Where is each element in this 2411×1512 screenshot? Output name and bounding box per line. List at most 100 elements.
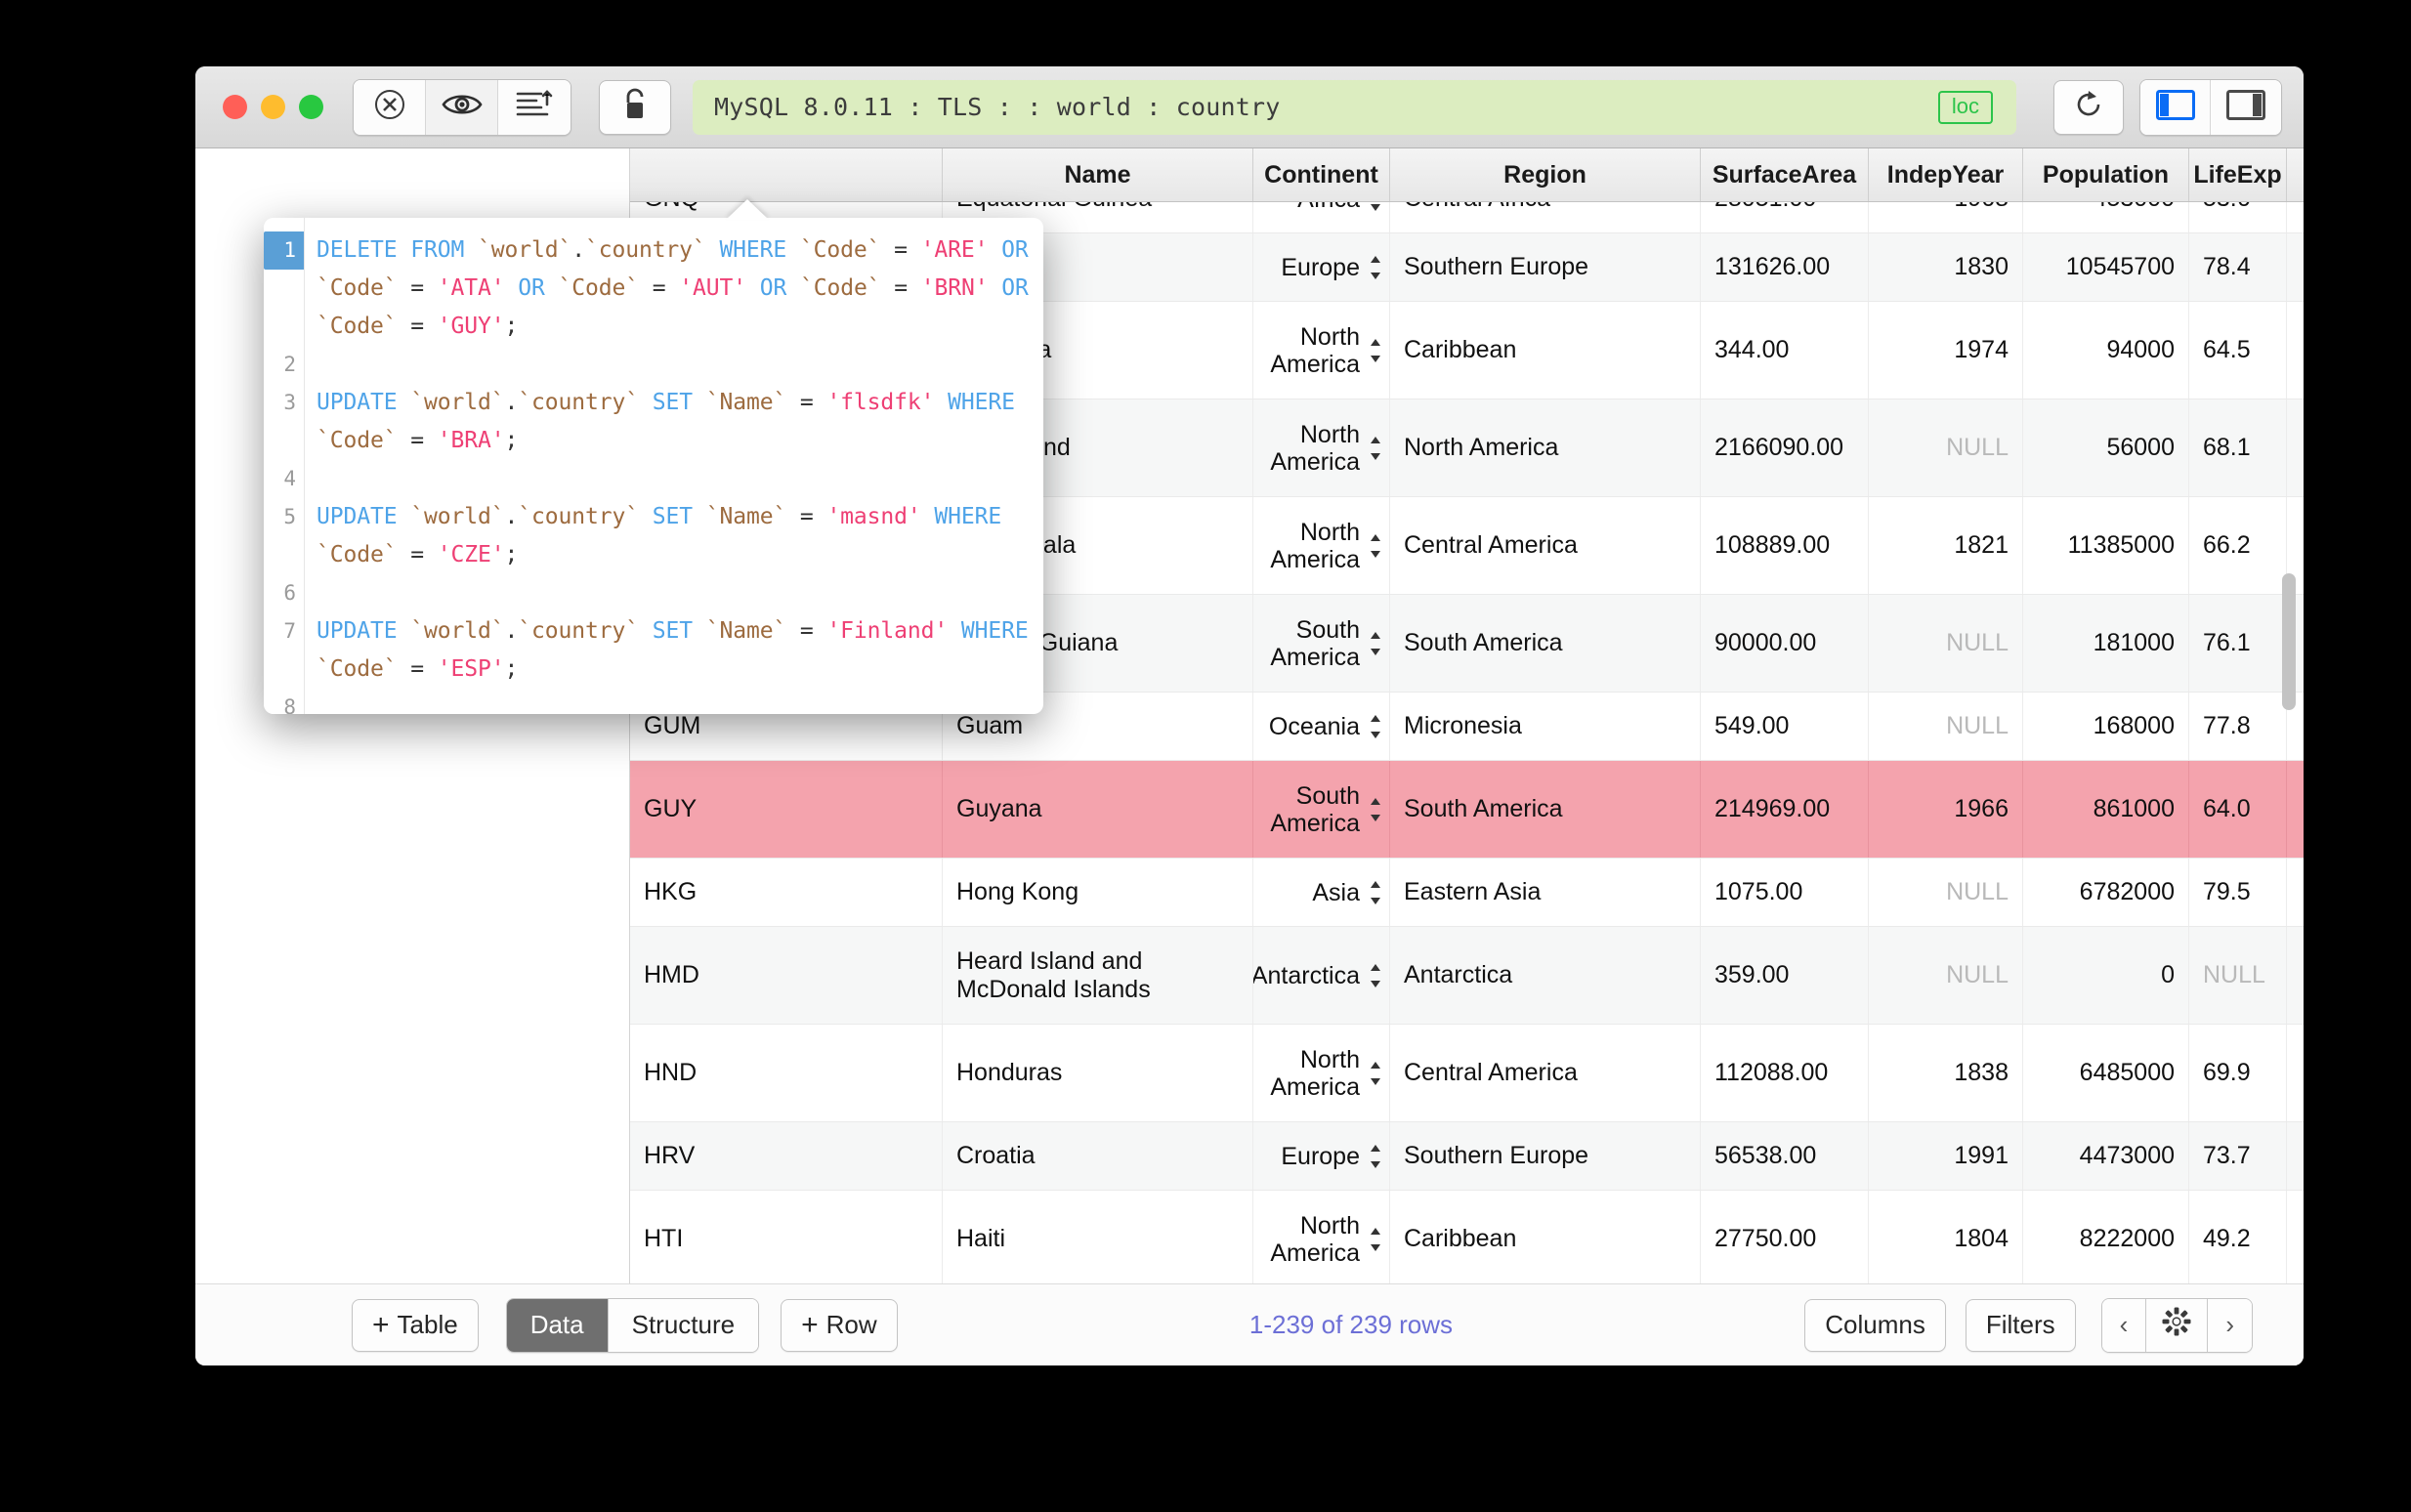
column-header-region[interactable]: Region: [1390, 148, 1701, 201]
continent-stepper[interactable]: [1366, 713, 1385, 740]
cell-continent[interactable]: Europe: [1253, 233, 1390, 301]
cell-population[interactable]: 10545700: [2023, 233, 2189, 301]
lock-button[interactable]: [599, 79, 671, 135]
table-row[interactable]: HRV Croatia Europe Southern Europe 56538.00 1…: [630, 1122, 2304, 1191]
cell-surfacearea[interactable]: 112088.00: [1701, 1025, 1869, 1121]
continent-stepper[interactable]: [1366, 254, 1385, 281]
cell-region[interactable]: Southern Europe: [1390, 1122, 1701, 1190]
cell-region[interactable]: Central America: [1390, 1025, 1701, 1121]
cell-surfacearea[interactable]: 108889.00: [1701, 497, 1869, 594]
column-header-surfacearea[interactable]: SurfaceArea: [1701, 148, 1869, 201]
cell-continent[interactable]: Europe: [1253, 1122, 1390, 1190]
continent-stepper[interactable]: [1366, 202, 1385, 213]
cell-surfacearea[interactable]: 131626.00: [1701, 233, 1869, 301]
cell-surfacearea[interactable]: 28051.00: [1701, 202, 1869, 232]
cell-name[interactable]: Guyana: [943, 761, 1253, 858]
left-sidebar-toggle[interactable]: [2140, 79, 2211, 135]
cell-region[interactable]: Caribbean: [1390, 302, 1701, 399]
continent-stepper[interactable]: [1366, 1060, 1385, 1087]
cell-region[interactable]: Eastern Asia: [1390, 859, 1701, 926]
column-header-continent[interactable]: Continent: [1253, 148, 1390, 201]
cell-lifeexp[interactable]: 49.2: [2189, 1191, 2287, 1287]
cell-lifeexp[interactable]: 53.6: [2189, 202, 2287, 232]
right-inspector-toggle[interactable]: [2211, 79, 2281, 135]
cell-name[interactable]: Heard Island and McDonald Islands: [943, 927, 1253, 1024]
cell-lifeexp[interactable]: 64.5: [2189, 302, 2287, 399]
continent-stepper[interactable]: [1366, 796, 1385, 823]
cell-indepyear[interactable]: 1974: [1869, 302, 2023, 399]
cell-code[interactable]: HKG: [630, 859, 943, 926]
cell-population[interactable]: 6485000: [2023, 1025, 2189, 1121]
add-table-button[interactable]: + Table: [352, 1298, 479, 1352]
cell-indepyear[interactable]: 1991: [1869, 1122, 2023, 1190]
column-header-population[interactable]: Population: [2023, 148, 2189, 201]
cell-population[interactable]: 168000: [2023, 693, 2189, 760]
cell-region[interactable]: South America: [1390, 761, 1701, 858]
cell-code[interactable]: HRV: [630, 1122, 943, 1190]
continent-stepper[interactable]: [1366, 630, 1385, 657]
add-row-button[interactable]: + Row: [781, 1298, 898, 1352]
cell-continent[interactable]: Oceania: [1253, 693, 1390, 760]
column-header-indepyear[interactable]: IndepYear: [1869, 148, 2023, 201]
cell-continent[interactable]: Asia: [1253, 859, 1390, 926]
continent-stepper[interactable]: [1366, 962, 1385, 989]
cell-name[interactable]: Croatia: [943, 1122, 1253, 1190]
cell-region[interactable]: Central America: [1390, 497, 1701, 594]
cell-lifeexp[interactable]: 64.0: [2189, 761, 2287, 858]
cell-lifeexp[interactable]: 77.8: [2189, 693, 2287, 760]
sort-lines-button[interactable]: [498, 79, 571, 135]
connection-status-bar[interactable]: MySQL 8.0.11 : TLS : : world : country l…: [693, 79, 2016, 135]
cell-code[interactable]: HTI: [630, 1191, 943, 1287]
tab-structure[interactable]: Structure: [608, 1298, 759, 1352]
table-row[interactable]: HKG Hong Kong Asia Eastern Asia 1075.00 NULL 6…: [630, 859, 2304, 927]
cell-population[interactable]: 6782000: [2023, 859, 2189, 926]
sql-code[interactable]: DELETE FROM `world`.`country` WHERE `Cod…: [305, 218, 1043, 714]
cell-name[interactable]: Haiti: [943, 1191, 1253, 1287]
filters-button[interactable]: Filters: [1965, 1298, 2076, 1352]
cell-surfacearea[interactable]: 2166090.00: [1701, 399, 1869, 496]
table-row[interactable]: HTI Haiti North America Caribbean 27750.00 18…: [630, 1191, 2304, 1288]
cell-indepyear[interactable]: NULL: [1869, 859, 2023, 926]
continent-stepper[interactable]: [1366, 532, 1385, 560]
cell-code[interactable]: HMD: [630, 927, 943, 1024]
preview-query-button[interactable]: [426, 79, 498, 135]
cell-population[interactable]: 11385000: [2023, 497, 2189, 594]
sql-editor[interactable]: 1234567891011 DELETE FROM `world`.`count…: [264, 218, 1043, 714]
table-row[interactable]: HND Honduras North America Central America 1…: [630, 1025, 2304, 1122]
cell-indepyear[interactable]: 1968: [1869, 202, 2023, 232]
continent-stepper[interactable]: [1366, 1143, 1385, 1170]
cell-continent[interactable]: North America: [1253, 302, 1390, 399]
cell-surfacearea[interactable]: 56538.00: [1701, 1122, 1869, 1190]
refresh-button[interactable]: [2053, 79, 2124, 135]
cell-region[interactable]: Caribbean: [1390, 1191, 1701, 1287]
cell-name[interactable]: Honduras: [943, 1025, 1253, 1121]
cell-surfacearea[interactable]: 1075.00: [1701, 859, 1869, 926]
cell-code[interactable]: GUY: [630, 761, 943, 858]
cell-indepyear[interactable]: NULL: [1869, 693, 2023, 760]
table-row[interactable]: GUY Guyana South America South America 21496…: [630, 761, 2304, 859]
cell-lifeexp[interactable]: 66.2: [2189, 497, 2287, 594]
cell-population[interactable]: 453000: [2023, 202, 2189, 232]
cell-lifeexp[interactable]: 76.1: [2189, 595, 2287, 692]
previous-page-button[interactable]: ‹: [2101, 1298, 2147, 1352]
cell-region[interactable]: South America: [1390, 595, 1701, 692]
cell-region[interactable]: Southern Europe: [1390, 233, 1701, 301]
continent-stepper[interactable]: [1366, 879, 1385, 906]
column-header-name[interactable]: Name: [943, 148, 1253, 201]
column-header-lifeexp[interactable]: LifeExp: [2189, 148, 2287, 201]
cell-population[interactable]: 94000: [2023, 302, 2189, 399]
cell-surfacearea[interactable]: 27750.00: [1701, 1191, 1869, 1287]
cell-region[interactable]: Antarctica: [1390, 927, 1701, 1024]
cell-surfacearea[interactable]: 344.00: [1701, 302, 1869, 399]
column-header-code[interactable]: [630, 148, 943, 201]
continent-stepper[interactable]: [1366, 337, 1385, 364]
cell-name[interactable]: Hong Kong: [943, 859, 1253, 926]
cell-lifeexp[interactable]: 78.4: [2189, 233, 2287, 301]
cell-lifeexp[interactable]: 73.7: [2189, 1122, 2287, 1190]
cell-continent[interactable]: South America: [1253, 595, 1390, 692]
cell-indepyear[interactable]: 1804: [1869, 1191, 2023, 1287]
next-page-button[interactable]: ›: [2208, 1298, 2252, 1352]
cell-surfacearea[interactable]: 214969.00: [1701, 761, 1869, 858]
cell-population[interactable]: 56000: [2023, 399, 2189, 496]
cell-lifeexp[interactable]: 69.9: [2189, 1025, 2287, 1121]
